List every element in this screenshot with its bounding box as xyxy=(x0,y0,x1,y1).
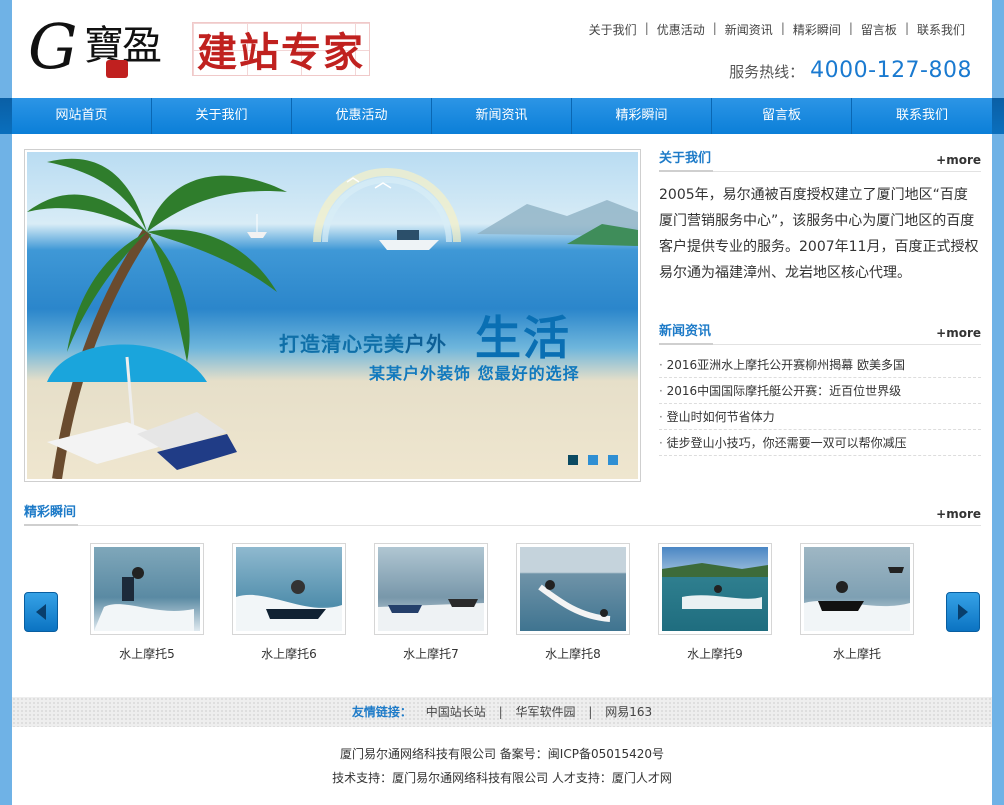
banner-text-big: 生活 xyxy=(475,311,571,365)
banner-image: 打造清心完美户外 生活 某某户外装饰 您最好的选择 xyxy=(27,152,638,479)
about-more-link[interactable]: +more xyxy=(936,153,981,167)
nav-item-moments[interactable]: 精彩瞬间 xyxy=(572,98,712,134)
logo-seal xyxy=(106,60,128,78)
thumb-label: 水上摩托7 xyxy=(403,647,459,661)
nav-wing-left xyxy=(0,98,12,134)
friend-links-label: 友情链接： xyxy=(351,705,412,719)
gallery-item[interactable]: 水上摩托7 xyxy=(374,543,488,662)
divider: | xyxy=(588,705,593,719)
divider: | xyxy=(904,21,909,35)
logo-letter: G xyxy=(28,10,78,83)
nav-item-home[interactable]: 网站首页 xyxy=(12,98,152,134)
about-text: 2005年，易尔通被百度授权建立了厦门地区“百度厦门营销服务中心”，该服务中心为… xyxy=(659,187,979,281)
banner-text-part2: 户外 xyxy=(405,332,447,356)
gallery-next-button[interactable] xyxy=(946,592,980,632)
top-link-about[interactable]: 关于我们 xyxy=(589,21,637,38)
top-link-news[interactable]: 新闻资讯 xyxy=(725,21,773,38)
gallery-item[interactable]: 水上摩托8 xyxy=(516,543,630,662)
banner-slider[interactable]: 打造清心完美户外 生活 某某户外装饰 您最好的选择 xyxy=(24,149,641,482)
banner-text-line2: 某某户外装饰 您最好的选择 xyxy=(369,364,580,383)
top-link-promotions[interactable]: 优惠活动 xyxy=(657,21,705,38)
divider: | xyxy=(644,21,649,35)
thumb-label: 水上摩托6 xyxy=(261,647,317,661)
logo[interactable]: G 寶盈 建站专家 xyxy=(28,10,418,86)
logo-mark: G 寶盈 xyxy=(28,12,188,84)
news-list: 2016亚洲水上摩托公开赛柳州揭幕 欧美多国 2016中国国际摩托艇公开赛：近百… xyxy=(659,352,981,456)
about-title: 关于我们 xyxy=(659,147,714,172)
gallery-item[interactable]: 水上摩托9 xyxy=(658,543,772,662)
about-header: 关于我们 +more xyxy=(659,147,981,172)
divider: | xyxy=(498,705,503,719)
thumb-frame xyxy=(232,543,346,635)
divider: | xyxy=(848,21,853,35)
gallery-more-link[interactable]: +more xyxy=(936,507,981,521)
footer-support-line: 技术支持：厦门易尔通网络科技有限公司 人才支持：厦门人才网 xyxy=(332,771,672,785)
nav-item-promotions[interactable]: 优惠活动 xyxy=(292,98,432,134)
nav-item-news[interactable]: 新闻资讯 xyxy=(432,98,572,134)
thumb-image xyxy=(94,547,200,631)
thumb-frame xyxy=(516,543,630,635)
news-title: 新闻资讯 xyxy=(659,320,714,345)
top-link-moments[interactable]: 精彩瞬间 xyxy=(793,21,841,38)
gallery-thumbs: 水上摩托5 水上摩托6 水上摩托7 水上摩托8 水上摩托9 水上摩托 xyxy=(90,543,942,662)
divider: | xyxy=(780,21,785,35)
nav-wing-right xyxy=(992,98,1004,134)
gallery-carousel: 水上摩托5 水上摩托6 水上摩托7 水上摩托8 水上摩托9 水上摩托 xyxy=(24,540,980,670)
gallery-prev-button[interactable] xyxy=(24,592,58,632)
friend-link[interactable]: 中国站长站 xyxy=(426,705,486,719)
logo-title: 建站专家 xyxy=(192,22,370,76)
friend-link[interactable]: 网易163 xyxy=(605,705,652,719)
banner-text-part1: 打造清心完美 xyxy=(279,332,405,356)
friend-link[interactable]: 华军软件园 xyxy=(515,705,575,719)
thumb-label: 水上摩托5 xyxy=(119,647,175,661)
thumb-label: 水上摩托 xyxy=(832,647,881,661)
top-links: 关于我们 | 优惠活动 | 新闻资讯 | 精彩瞬间 | 留言板 | 联系我们 xyxy=(589,21,965,38)
nav-item-guestbook[interactable]: 留言板 xyxy=(712,98,852,134)
nav-bar: 网站首页 关于我们 优惠活动 新闻资讯 精彩瞬间 留言板 联系我们 xyxy=(0,98,1004,134)
main-nav: 网站首页 关于我们 优惠活动 新闻资讯 精彩瞬间 留言板 联系我们 xyxy=(12,98,992,134)
gallery-item[interactable]: 水上摩托 xyxy=(800,543,914,662)
thumb-image xyxy=(520,547,626,631)
arrow-right-icon xyxy=(958,604,968,620)
friend-links-bar: 友情链接： 中国站长站 | 华军软件园 | 网易163 xyxy=(12,697,992,727)
thumb-frame xyxy=(658,543,772,635)
news-item[interactable]: 徒步登山小技巧，你还需要一双可以帮你减压 xyxy=(659,430,981,456)
news-item[interactable]: 2016中国国际摩托艇公开赛：近百位世界级 xyxy=(659,378,981,404)
top-link-guestbook[interactable]: 留言板 xyxy=(861,21,897,38)
thumb-label: 水上摩托9 xyxy=(687,647,743,661)
gallery-item[interactable]: 水上摩托6 xyxy=(232,543,346,662)
banner-dot[interactable] xyxy=(588,455,598,465)
banner-dots xyxy=(568,455,618,465)
news-item[interactable]: 2016亚洲水上摩托公开赛柳州揭幕 欧美多国 xyxy=(659,352,981,378)
thumb-frame xyxy=(90,543,204,635)
footer-company-line: 厦门易尔通网络科技有限公司 备案号：闽ICP备05015420号 xyxy=(339,747,665,761)
thumb-frame xyxy=(800,543,914,635)
thumb-image xyxy=(804,547,910,631)
hotline: 服务热线： 4000-127-808 xyxy=(729,58,972,83)
thumb-image xyxy=(236,547,342,631)
banner-dot[interactable] xyxy=(608,455,618,465)
arrow-left-icon xyxy=(36,604,46,620)
divider: | xyxy=(712,21,717,35)
top-link-contact[interactable]: 联系我们 xyxy=(917,21,965,38)
thumb-label: 水上摩托8 xyxy=(545,647,601,661)
news-header: 新闻资讯 +more xyxy=(659,320,981,345)
hotline-number: 4000-127-808 xyxy=(810,58,972,83)
thumb-image xyxy=(378,547,484,631)
nav-item-contact[interactable]: 联系我们 xyxy=(852,98,992,134)
news-item[interactable]: 登山时如何节省体力 xyxy=(659,404,981,430)
gallery-header: 精彩瞬间 +more xyxy=(24,501,981,526)
nav-item-about[interactable]: 关于我们 xyxy=(152,98,292,134)
thumb-frame xyxy=(374,543,488,635)
hotline-label: 服务热线： xyxy=(729,63,805,81)
logo-title-text: 建站专家 xyxy=(197,29,365,76)
gallery-title: 精彩瞬间 xyxy=(24,501,79,526)
banner-dot[interactable] xyxy=(568,455,578,465)
page: G 寶盈 建站专家 关于我们 | 优惠活动 | 新闻资讯 | 精彩瞬间 | 留言… xyxy=(0,0,1004,805)
thumb-image xyxy=(662,547,768,631)
news-more-link[interactable]: +more xyxy=(936,326,981,340)
banner-text-line1: 打造清心完美户外 xyxy=(279,328,447,357)
gallery-item[interactable]: 水上摩托5 xyxy=(90,543,204,662)
